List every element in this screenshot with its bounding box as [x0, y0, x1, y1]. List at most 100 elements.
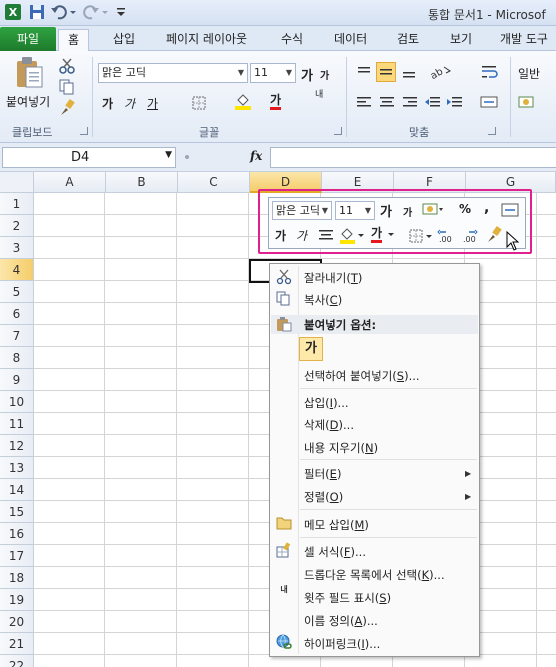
- menu-item-insert-comment[interactable]: 메모 삽입(M): [304, 517, 369, 533]
- fill-color-icon[interactable]: [234, 92, 252, 110]
- shrink-font-button[interactable]: 가: [320, 67, 329, 82]
- row-header-22[interactable]: 22: [0, 655, 34, 667]
- phonetic-guide-button[interactable]: 내: [315, 91, 323, 100]
- row-header-21[interactable]: 21: [0, 633, 34, 655]
- mini-borders-icon[interactable]: [408, 227, 434, 245]
- row-header-18[interactable]: 18: [0, 567, 34, 589]
- mini-format-painter-icon[interactable]: [485, 226, 503, 244]
- row-header-1[interactable]: 1: [0, 193, 34, 215]
- menu-item-filter[interactable]: 필터(E): [304, 466, 341, 482]
- row-header-16[interactable]: 16: [0, 523, 34, 545]
- increase-decimal-icon[interactable]: .00: [437, 227, 459, 245]
- mini-comma-button[interactable]: ,: [484, 200, 489, 216]
- excel-icon[interactable]: X: [4, 3, 22, 21]
- tab-developer[interactable]: 개발 도구: [500, 29, 548, 51]
- menu-item-insert[interactable]: 삽입(I)...: [304, 395, 349, 411]
- decrease-indent-icon[interactable]: [424, 93, 442, 111]
- row-header-15[interactable]: 15: [0, 501, 34, 523]
- tab-formulas[interactable]: 수식: [281, 29, 303, 51]
- copy-icon[interactable]: [58, 78, 76, 96]
- merge-center-icon[interactable]: [480, 93, 498, 111]
- row-header-19[interactable]: 19: [0, 589, 34, 611]
- paste-option-keep-source[interactable]: 가: [299, 337, 323, 361]
- chevron-down-icon[interactable]: [387, 229, 395, 247]
- row-header-8[interactable]: 8: [0, 347, 34, 369]
- chevron-down-icon[interactable]: ▼: [165, 150, 172, 160]
- column-header-a[interactable]: A: [34, 172, 106, 193]
- wrap-text-icon[interactable]: [480, 63, 498, 81]
- menu-item-paste-special[interactable]: 선택하여 붙여넣기(S)...: [304, 368, 420, 384]
- mini-font-color-button[interactable]: 가: [371, 226, 383, 243]
- align-left-icon[interactable]: [355, 93, 373, 111]
- increase-indent-icon[interactable]: [446, 93, 464, 111]
- tab-file[interactable]: 파일: [0, 27, 56, 51]
- row-header-6[interactable]: 6: [0, 303, 34, 325]
- menu-item-cut[interactable]: 잘라내기(T): [304, 270, 362, 286]
- font-name-select[interactable]: 맑은 고딕 ▼: [98, 63, 248, 83]
- save-icon[interactable]: [28, 3, 46, 21]
- decrease-decimal-icon[interactable]: .00: [461, 227, 483, 245]
- mini-align-center-icon[interactable]: [317, 227, 335, 245]
- font-dialog-launcher[interactable]: [334, 127, 342, 135]
- align-top-icon[interactable]: [355, 63, 373, 81]
- menu-item-clear-contents[interactable]: 내용 지우기(N): [304, 440, 378, 456]
- customize-icon[interactable]: [115, 3, 127, 21]
- mini-bold-button[interactable]: 가: [275, 227, 286, 244]
- menu-item-copy[interactable]: 복사(C): [304, 292, 342, 308]
- tab-review[interactable]: 검토: [397, 29, 419, 51]
- row-header-2[interactable]: 2: [0, 215, 34, 237]
- row-header-14[interactable]: 14: [0, 479, 34, 501]
- cut-icon[interactable]: [58, 57, 76, 75]
- italic-button[interactable]: 가: [124, 95, 135, 112]
- align-middle-icon[interactable]: [376, 62, 396, 82]
- tab-insert[interactable]: 삽입: [113, 29, 135, 51]
- row-header-13[interactable]: 13: [0, 457, 34, 479]
- paste-icon[interactable]: [14, 55, 44, 89]
- name-box[interactable]: D4 ▼: [2, 147, 176, 168]
- mini-accounting-format-icon[interactable]: [422, 201, 444, 219]
- borders-icon[interactable]: [190, 94, 208, 112]
- mini-percent-button[interactable]: %: [459, 202, 471, 216]
- row-header-20[interactable]: 20: [0, 611, 34, 633]
- tab-home[interactable]: 홈: [58, 29, 90, 51]
- menu-item-phonetic-field[interactable]: 윗주 필드 표시(S): [304, 590, 391, 606]
- number-format-value[interactable]: 일반: [518, 65, 540, 82]
- grow-font-button[interactable]: 가: [301, 65, 313, 84]
- row-header-11[interactable]: 11: [0, 413, 34, 435]
- menu-item-sort[interactable]: 정렬(O): [304, 489, 343, 505]
- menu-item-hyperlink[interactable]: 하이퍼링크(I)...: [304, 636, 380, 652]
- tab-view[interactable]: 보기: [450, 29, 472, 51]
- formula-bar-grip[interactable]: [180, 148, 194, 166]
- menu-item-define-name[interactable]: 이름 정의(A)...: [304, 613, 378, 629]
- column-header-c[interactable]: C: [178, 172, 250, 193]
- font-size-select[interactable]: 11 ▼: [250, 63, 296, 83]
- mini-font-size-select[interactable]: 11 ▼: [335, 201, 375, 220]
- mini-shrink-font-button[interactable]: 가: [403, 204, 412, 219]
- accounting-format-icon[interactable]: [518, 93, 536, 111]
- align-right-icon[interactable]: [401, 93, 419, 111]
- menu-item-pick-from-list[interactable]: 드롭다운 목록에서 선택(K)...: [304, 567, 445, 583]
- row-header-10[interactable]: 10: [0, 391, 34, 413]
- tab-data[interactable]: 데이터: [334, 29, 367, 51]
- mini-grow-font-button[interactable]: 가: [380, 201, 392, 220]
- alignment-dialog-launcher[interactable]: [488, 127, 496, 135]
- orientation-icon[interactable]: ab: [428, 63, 452, 82]
- underline-button[interactable]: 가: [147, 95, 158, 112]
- row-header-3[interactable]: 3: [0, 237, 34, 259]
- column-header-b[interactable]: B: [106, 172, 178, 193]
- mini-merge-center-icon[interactable]: [501, 201, 519, 219]
- undo-icon[interactable]: [50, 3, 68, 21]
- tab-page-layout[interactable]: 페이지 레이아웃: [166, 29, 247, 51]
- formula-input[interactable]: [270, 147, 556, 168]
- align-bottom-icon[interactable]: [400, 63, 418, 81]
- row-header-12[interactable]: 12: [0, 435, 34, 457]
- mini-fill-color-icon[interactable]: [339, 226, 365, 244]
- redo-icon[interactable]: [82, 3, 100, 21]
- row-header-17[interactable]: 17: [0, 545, 34, 567]
- bold-button[interactable]: 가: [102, 95, 113, 112]
- row-header-7[interactable]: 7: [0, 325, 34, 347]
- undo-dropdown-icon[interactable]: [68, 3, 78, 21]
- mini-font-name-select[interactable]: 맑은 고딕 ▼: [272, 201, 332, 220]
- select-all-corner[interactable]: [0, 172, 34, 193]
- row-header-5[interactable]: 5: [0, 281, 34, 303]
